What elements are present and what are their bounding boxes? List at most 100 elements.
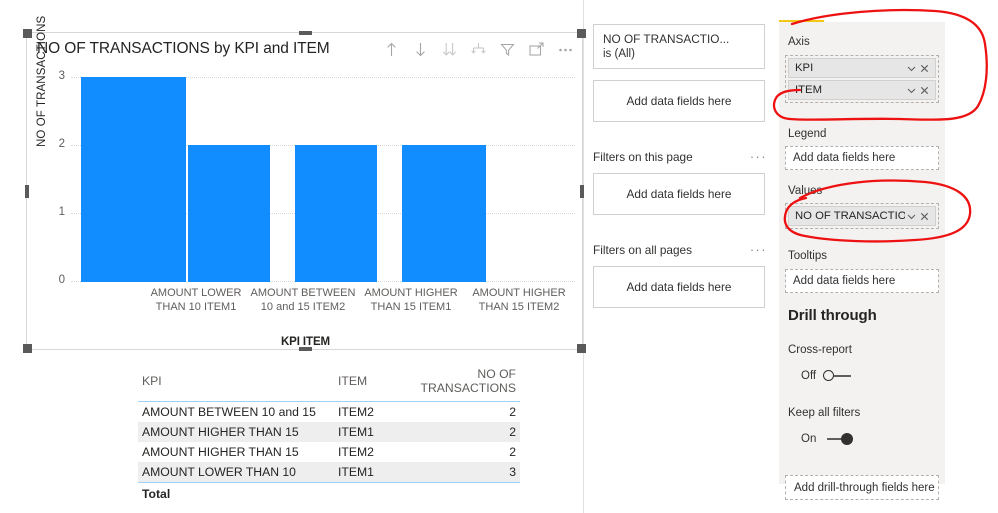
- cell-item: ITEM2: [338, 405, 374, 419]
- x-category-label-2: AMOUNT HIGHER THAN 15 ITEM1: [364, 287, 458, 313]
- visual-filter-field-name: NO OF TRANSACTIO...: [603, 32, 730, 46]
- axis-field-kpi-label: KPI: [795, 62, 814, 74]
- values-field-well[interactable]: NO OF TRANSACTIONS: [785, 203, 939, 229]
- tooltips-section-label: Tooltips: [788, 250, 827, 262]
- selection-handle-top-right[interactable]: [577, 29, 586, 38]
- y-tick-3: 3: [58, 70, 65, 82]
- bar-2[interactable]: [295, 145, 377, 282]
- keep-all-filters-toggle[interactable]: [823, 432, 854, 445]
- cell-count: 2: [509, 445, 516, 459]
- remove-field-icon[interactable]: [918, 84, 931, 97]
- visual-level-filter-card[interactable]: NO OF TRANSACTIO... is (All): [593, 24, 765, 69]
- drill-through-header: Drill through: [788, 307, 877, 324]
- table-row[interactable]: AMOUNT LOWER THAN 10 ITEM1 3: [138, 462, 520, 483]
- table-visual[interactable]: KPI ITEM NO OF TRANSACTIONS AMOUNT BETWE…: [138, 366, 520, 504]
- values-section-label: Values: [788, 185, 823, 197]
- filters-on-this-page-label: Filters on this page: [593, 150, 693, 164]
- cell-item: ITEM1: [334, 462, 380, 483]
- keep-all-filters-state-label: On: [801, 432, 817, 445]
- visual-filters-drop-zone[interactable]: Add data fields here: [593, 80, 765, 122]
- drill-up-icon[interactable]: [383, 41, 400, 58]
- toggle-knob-off: [823, 370, 835, 381]
- legend-field-well[interactable]: Add data fields here: [785, 146, 939, 170]
- selection-handle-top-left[interactable]: [23, 29, 32, 38]
- cross-report-label: Cross-report: [788, 344, 852, 356]
- cross-report-state-label: Off: [801, 369, 817, 382]
- page-filters-drop-zone[interactable]: Add data fields here: [593, 173, 765, 215]
- axis-field-item-label: ITEM: [795, 84, 822, 96]
- x-category-label-1: AMOUNT BETWEEN 10 and 15 ITEM2: [250, 287, 356, 313]
- focus-mode-icon[interactable]: [528, 41, 545, 58]
- drill-through-drop-zone[interactable]: Add drill-through fields here: [785, 475, 939, 500]
- bars-layer: [75, 77, 575, 282]
- selection-handle-bottom-left[interactable]: [23, 344, 32, 353]
- tooltips-drop-zone-label: Add data fields here: [793, 275, 896, 287]
- selection-handle-right-middle[interactable]: [580, 185, 584, 198]
- table-header-row: KPI ITEM NO OF TRANSACTIONS: [138, 366, 520, 402]
- filters-on-all-pages-label: Filters on all pages: [593, 243, 693, 257]
- legend-section-label: Legend: [788, 128, 827, 140]
- bar-chart-visual[interactable]: NO OF TRANSACTIONS by KPI and ITEM NO OF…: [23, 16, 586, 353]
- table-row[interactable]: AMOUNT HIGHER THAN 15 ITEM2 2: [138, 442, 520, 462]
- expand-next-level-icon[interactable]: [441, 41, 458, 58]
- more-options-icon[interactable]: [557, 41, 574, 58]
- selection-handle-top-center[interactable]: [299, 31, 312, 35]
- selection-handle-left-middle[interactable]: [25, 185, 29, 198]
- column-header-no-of-transactions[interactable]: NO OF TRANSACTIONS: [380, 366, 520, 402]
- drill-down-icon[interactable]: [412, 41, 429, 58]
- data-table: KPI ITEM NO OF TRANSACTIONS AMOUNT BETWE…: [138, 366, 520, 504]
- chevron-down-icon[interactable]: [905, 62, 918, 75]
- column-header-kpi[interactable]: KPI: [138, 366, 334, 402]
- keep-all-filters-toggle-row[interactable]: On: [801, 432, 854, 445]
- cell-count: 3: [380, 462, 520, 483]
- filters-pane: NO OF TRANSACTIO... is (All) Add data fi…: [584, 0, 778, 513]
- column-header-item[interactable]: ITEM: [334, 366, 380, 402]
- tooltips-field-well[interactable]: Add data fields here: [785, 269, 939, 293]
- keep-all-filters-label: Keep all filters: [788, 407, 861, 419]
- chart-plot-area: NO OF TRANSACTIONS 3 2 1 0 AMOUNT LOWER …: [27, 16, 584, 351]
- cell-count: 2: [380, 422, 520, 442]
- expand-all-down-icon[interactable]: [470, 41, 487, 58]
- axis-section-label: Axis: [788, 36, 810, 48]
- bar-1[interactable]: [188, 145, 270, 282]
- cell-kpi: AMOUNT LOWER THAN 10: [138, 462, 334, 483]
- chart-title: NO OF TRANSACTIONS by KPI and ITEM: [37, 40, 330, 57]
- y-tick-1: 1: [58, 206, 65, 218]
- filter-icon[interactable]: [499, 41, 516, 58]
- table-row[interactable]: AMOUNT BETWEEN 10 and 15 ITEM2 2: [138, 402, 520, 423]
- cell-kpi: AMOUNT BETWEEN 10 and 15: [142, 405, 316, 419]
- visual-filter-condition: is (All): [603, 48, 635, 60]
- all-pages-filters-drop-zone[interactable]: Add data fields here: [593, 266, 765, 308]
- values-field-no-of-transactions[interactable]: NO OF TRANSACTIONS: [788, 206, 936, 226]
- cross-report-toggle-row[interactable]: Off: [801, 369, 853, 382]
- filters-on-this-page-more-icon[interactable]: ···: [750, 150, 767, 163]
- axis-field-well[interactable]: KPI ITEM: [785, 55, 939, 103]
- selection-handle-bottom-right[interactable]: [577, 344, 586, 353]
- remove-field-icon[interactable]: [918, 210, 931, 223]
- x-category-label-3: AMOUNT HIGHER THAN 15 ITEM2: [472, 287, 566, 313]
- filters-on-all-pages-more-icon[interactable]: ···: [750, 243, 767, 256]
- legend-drop-zone[interactable]: Add data fields here: [785, 146, 939, 170]
- remove-field-icon[interactable]: [918, 62, 931, 75]
- total-count: [380, 482, 520, 504]
- y-tick-0: 0: [58, 274, 65, 286]
- all-pages-filters-drop-zone-label: Add data fields here: [626, 280, 732, 294]
- table-row[interactable]: AMOUNT HIGHER THAN 15 ITEM1 2: [138, 422, 520, 442]
- chevron-down-icon[interactable]: [905, 84, 918, 97]
- bar-3[interactable]: [402, 145, 486, 282]
- cell-item: ITEM2: [338, 445, 374, 459]
- legend-drop-zone-label: Add data fields here: [793, 152, 896, 164]
- toggle-knob-on: [841, 433, 854, 445]
- axis-field-item[interactable]: ITEM: [788, 80, 936, 100]
- cell-kpi: AMOUNT HIGHER THAN 15: [142, 445, 299, 459]
- visualizations-fields-pane: Axis KPI ITEM Legend Add data fields her…: [779, 22, 945, 500]
- selection-handle-bottom-center[interactable]: [299, 347, 312, 351]
- x-category-label-0: AMOUNT LOWER THAN 10 ITEM1: [150, 287, 242, 313]
- bar-0[interactable]: [81, 77, 186, 282]
- cross-report-toggle[interactable]: [823, 369, 853, 382]
- tooltips-drop-zone[interactable]: Add data fields here: [785, 269, 939, 293]
- axis-field-kpi[interactable]: KPI: [788, 58, 936, 78]
- cell-kpi: AMOUNT HIGHER THAN 15: [138, 422, 334, 442]
- total-item: [334, 482, 380, 504]
- chevron-down-icon[interactable]: [905, 210, 918, 223]
